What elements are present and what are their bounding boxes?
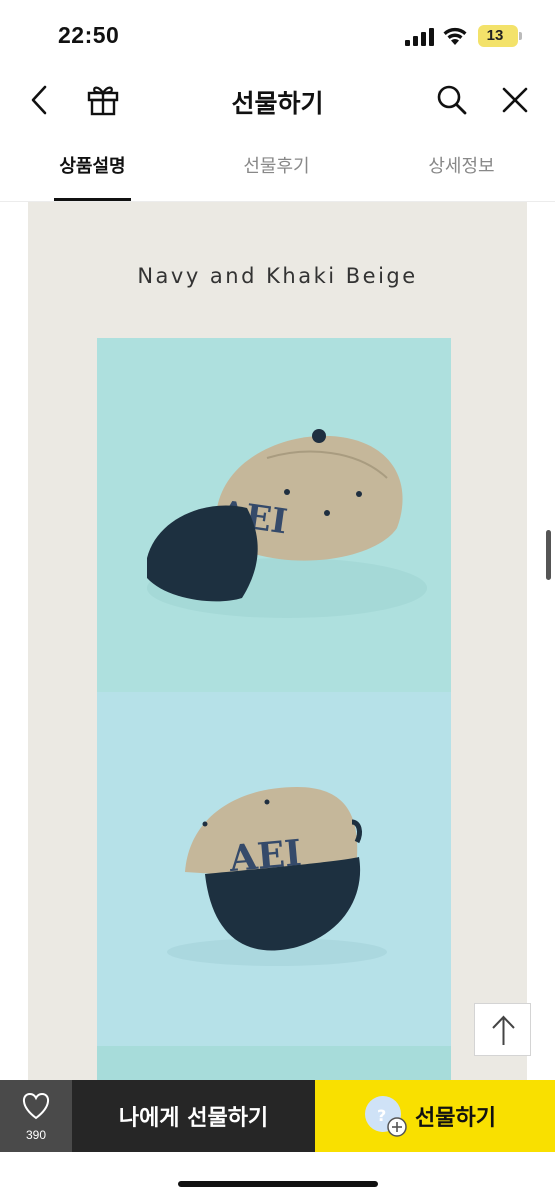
scrollbar[interactable] xyxy=(546,530,551,580)
close-icon[interactable] xyxy=(497,82,533,118)
battery-icon: 13 xyxy=(478,25,522,47)
add-friend-icon: ? xyxy=(365,1096,407,1137)
svg-text:?: ? xyxy=(377,1106,386,1125)
wifi-icon xyxy=(443,27,467,45)
like-count: 390 xyxy=(25,1128,47,1142)
product-color-caption: Navy and Khaki Beige xyxy=(137,264,418,288)
search-icon[interactable] xyxy=(434,82,470,118)
product-photo-2: AEI xyxy=(97,692,451,1046)
gift-to-self-button[interactable]: 나에게 선물하기 xyxy=(72,1080,315,1152)
battery-level: 13 xyxy=(486,27,504,44)
gift-button-label: 선물하기 xyxy=(415,1106,496,1131)
signal-icon xyxy=(405,28,434,46)
tab-reviews[interactable]: 선물후기 xyxy=(218,152,335,200)
tab-active-indicator xyxy=(54,198,131,201)
status-bar: 22:50 13 xyxy=(0,0,555,72)
page-title: 선물하기 xyxy=(231,89,324,118)
arrow-up-icon xyxy=(492,1015,515,1045)
scroll-to-top-button[interactable] xyxy=(474,1003,531,1056)
product-description: Navy and Khaki Beige AEI AEI xyxy=(28,202,527,1102)
bottom-action-bar: 390 나에게 선물하기 ? 선물하기 xyxy=(0,1080,555,1152)
product-photo-1: AEI xyxy=(97,338,451,692)
heart-icon xyxy=(23,1092,49,1120)
status-time: 22:50 xyxy=(58,22,120,48)
tab-description[interactable]: 상품설명 xyxy=(34,152,151,200)
tab-bar: 상품설명 선물후기 상세정보 xyxy=(0,140,555,202)
like-button[interactable]: 390 xyxy=(0,1080,72,1152)
home-indicator xyxy=(178,1181,378,1187)
gift-to-self-label: 나에게 선물하기 xyxy=(118,1106,269,1131)
gift-button[interactable]: ? 선물하기 xyxy=(315,1080,555,1152)
tab-details[interactable]: 상세정보 xyxy=(403,152,520,200)
